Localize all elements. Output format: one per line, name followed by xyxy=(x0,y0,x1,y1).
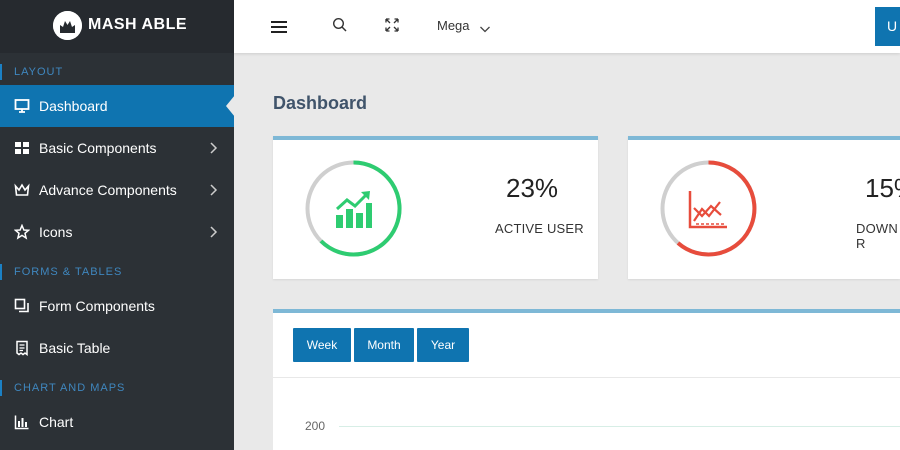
chevron-right-icon xyxy=(208,183,218,197)
receipt-icon xyxy=(14,340,30,356)
gridline xyxy=(339,426,900,427)
stat-value: 15% xyxy=(865,173,900,203)
crown-icon xyxy=(14,182,30,198)
stat-label: ACTIVE USER xyxy=(495,221,584,236)
section-label-forms-tables: FORMS & TABLES xyxy=(14,266,123,278)
trending-up-icon xyxy=(335,189,373,234)
y-tick-label: 200 xyxy=(305,419,326,433)
search-icon[interactable] xyxy=(330,15,350,35)
section-label-chart-maps: CHART AND MAPS xyxy=(14,382,126,394)
sidebar-item-label: Form Components xyxy=(39,298,155,314)
sidebar-item-label: Basic Table xyxy=(39,340,111,356)
chevron-right-icon xyxy=(208,225,218,239)
sidebar-item-icons[interactable]: Icons xyxy=(0,211,234,253)
section-marker xyxy=(0,64,2,80)
sidebar-item-label: Dashboard xyxy=(39,98,108,114)
sidebar-item-advance-components[interactable]: Advance Components xyxy=(0,169,234,211)
sidebar-item-chart[interactable]: Chart xyxy=(0,401,234,443)
chart-card: Week Month Year 200 xyxy=(273,309,900,450)
stat-value: 23% xyxy=(506,173,559,203)
section-marker xyxy=(0,264,2,280)
sidebar-item-label: Basic Components xyxy=(39,140,157,156)
stat-card-active-user: 23% ACTIVE USER xyxy=(273,136,598,279)
active-indicator xyxy=(226,95,235,117)
monitor-icon xyxy=(14,98,30,114)
brand[interactable]: MASH ABLE xyxy=(0,0,234,53)
sidebar-item-form-components[interactable]: Form Components xyxy=(0,285,234,327)
line-chart-icon xyxy=(687,188,729,235)
sidebar-item-label: Icons xyxy=(39,224,73,240)
divider xyxy=(273,377,900,378)
chevron-down-icon[interactable] xyxy=(479,21,491,33)
topbar: Mega U xyxy=(234,0,900,53)
tab-month[interactable]: Month xyxy=(354,328,414,362)
page-title: Dashboard xyxy=(273,93,368,113)
sidebar-item-basic-components[interactable]: Basic Components xyxy=(0,127,234,169)
fullscreen-icon[interactable] xyxy=(382,15,402,35)
user-button[interactable]: U xyxy=(875,7,900,46)
tab-week[interactable]: Week xyxy=(293,328,351,362)
mega-menu-toggle[interactable]: Mega xyxy=(437,18,470,33)
brand-name: MASH ABLE xyxy=(88,16,188,33)
bar-chart-icon xyxy=(14,414,30,430)
grid-icon xyxy=(14,140,30,156)
chevron-right-icon xyxy=(208,141,218,155)
tab-year[interactable]: Year xyxy=(417,328,469,362)
section-label-layout: LAYOUT xyxy=(14,66,64,78)
sidebar: MASH ABLE LAYOUT Dashboard Basic Compone… xyxy=(0,0,235,450)
stat-card-down-rate: 15% DOWN R xyxy=(628,136,900,279)
brand-logo-icon xyxy=(53,11,82,40)
sidebar-item-basic-table[interactable]: Basic Table xyxy=(0,327,234,369)
copy-icon xyxy=(14,298,30,314)
sidebar-item-label: Advance Components xyxy=(39,182,177,198)
stat-label: DOWN R xyxy=(856,221,898,251)
section-marker xyxy=(0,380,2,396)
hamburger-menu-icon[interactable] xyxy=(269,17,289,37)
sidebar-item-label: Chart xyxy=(39,414,74,430)
sidebar-item-dashboard[interactable]: Dashboard xyxy=(0,85,234,127)
star-icon xyxy=(14,224,30,240)
